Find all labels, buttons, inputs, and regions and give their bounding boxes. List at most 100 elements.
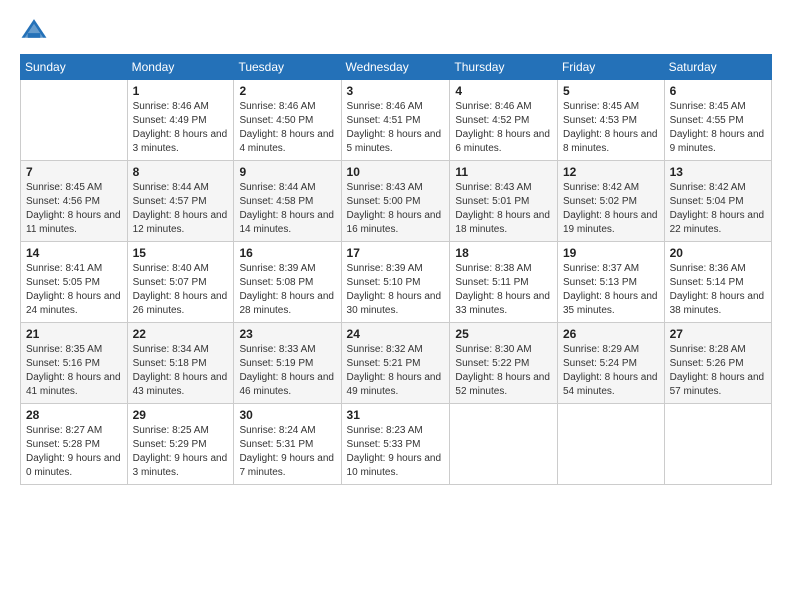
day-info: Sunrise: 8:28 AMSunset: 5:26 PMDaylight:…	[670, 343, 766, 399]
day-number: 3	[347, 84, 445, 98]
calendar-cell: 4 Sunrise: 8:46 AMSunset: 4:52 PMDaylight…	[450, 80, 558, 161]
day-info: Sunrise: 8:36 AMSunset: 5:14 PMDaylight:…	[670, 262, 766, 318]
calendar-cell: 3 Sunrise: 8:46 AMSunset: 4:51 PMDaylight…	[341, 80, 450, 161]
calendar-cell: 19 Sunrise: 8:37 AMSunset: 5:13 PMDayligh…	[557, 242, 664, 323]
day-number: 2	[239, 84, 335, 98]
calendar-cell: 16 Sunrise: 8:39 AMSunset: 5:08 PMDayligh…	[234, 242, 341, 323]
weekday-header-friday: Friday	[557, 55, 664, 80]
day-number: 8	[133, 165, 229, 179]
day-number: 18	[455, 246, 552, 260]
page: SundayMondayTuesdayWednesdayThursdayFrid…	[0, 0, 792, 612]
calendar-cell	[21, 80, 128, 161]
day-number: 20	[670, 246, 766, 260]
calendar-cell: 7Sunrise: 8:45 AMSunset: 4:56 PMDaylight…	[21, 161, 128, 242]
day-number: 23	[239, 327, 335, 341]
day-info: Sunrise: 8:27 AMSunset: 5:28 PMDaylight:…	[26, 424, 122, 480]
weekday-header-row: SundayMondayTuesdayWednesdayThursdayFrid…	[21, 55, 772, 80]
day-number: 30	[239, 408, 335, 422]
day-number: 11	[455, 165, 552, 179]
calendar-cell: 26Sunrise: 8:29 AMSunset: 5:24 PMDayligh…	[557, 323, 664, 404]
calendar-row-4: 28 Sunrise: 8:27 AMSunset: 5:28 PMDayligh…	[21, 404, 772, 485]
calendar-row-2: 14 Sunrise: 8:41 AMSunset: 5:05 PMDayligh…	[21, 242, 772, 323]
calendar-cell: 6 Sunrise: 8:45 AMSunset: 4:55 PMDaylight…	[664, 80, 771, 161]
day-info: Sunrise: 8:44 AMSunset: 4:58 PMDaylight:…	[239, 181, 335, 237]
day-info: Sunrise: 8:45 AMSunset: 4:55 PMDaylight:…	[670, 100, 766, 156]
day-number: 22	[133, 327, 229, 341]
day-number: 1	[133, 84, 229, 98]
weekday-header-thursday: Thursday	[450, 55, 558, 80]
calendar-cell	[450, 404, 558, 485]
calendar-cell: 8 Sunrise: 8:44 AMSunset: 4:57 PMDaylight…	[127, 161, 234, 242]
day-info: Sunrise: 8:46 AMSunset: 4:49 PMDaylight:…	[133, 100, 229, 156]
day-info: Sunrise: 8:29 AMSunset: 5:24 PMDaylight:…	[563, 343, 659, 399]
calendar-cell: 28 Sunrise: 8:27 AMSunset: 5:28 PMDayligh…	[21, 404, 128, 485]
calendar-cell: 20 Sunrise: 8:36 AMSunset: 5:14 PMDayligh…	[664, 242, 771, 323]
day-number: 15	[133, 246, 229, 260]
calendar-row-3: 21 Sunrise: 8:35 AMSunset: 5:16 PMDayligh…	[21, 323, 772, 404]
day-number: 13	[670, 165, 766, 179]
calendar-cell	[557, 404, 664, 485]
day-info: Sunrise: 8:39 AMSunset: 5:10 PMDaylight:…	[347, 262, 445, 318]
calendar-row-1: 7Sunrise: 8:45 AMSunset: 4:56 PMDaylight…	[21, 161, 772, 242]
day-info: Sunrise: 8:39 AMSunset: 5:08 PMDaylight:…	[239, 262, 335, 318]
day-number: 6	[670, 84, 766, 98]
day-info: Sunrise: 8:42 AMSunset: 5:02 PMDaylight:…	[563, 181, 659, 237]
day-number: 7	[26, 165, 122, 179]
day-number: 10	[347, 165, 445, 179]
day-number: 4	[455, 84, 552, 98]
day-number: 5	[563, 84, 659, 98]
day-number: 31	[347, 408, 445, 422]
day-number: 27	[670, 327, 766, 341]
calendar-cell: 23 Sunrise: 8:33 AMSunset: 5:19 PMDayligh…	[234, 323, 341, 404]
calendar-cell: 11 Sunrise: 8:43 AMSunset: 5:01 PMDayligh…	[450, 161, 558, 242]
day-info: Sunrise: 8:46 AMSunset: 4:51 PMDaylight:…	[347, 100, 445, 156]
day-number: 29	[133, 408, 229, 422]
calendar-cell: 14 Sunrise: 8:41 AMSunset: 5:05 PMDayligh…	[21, 242, 128, 323]
calendar-cell	[664, 404, 771, 485]
day-info: Sunrise: 8:43 AMSunset: 5:01 PMDaylight:…	[455, 181, 552, 237]
day-info: Sunrise: 8:41 AMSunset: 5:05 PMDaylight:…	[26, 262, 122, 318]
day-info: Sunrise: 8:37 AMSunset: 5:13 PMDaylight:…	[563, 262, 659, 318]
day-info: Sunrise: 8:35 AMSunset: 5:16 PMDaylight:…	[26, 343, 122, 399]
day-number: 19	[563, 246, 659, 260]
weekday-header-wednesday: Wednesday	[341, 55, 450, 80]
calendar-cell: 31 Sunrise: 8:23 AMSunset: 5:33 PMDayligh…	[341, 404, 450, 485]
calendar-cell: 1 Sunrise: 8:46 AMSunset: 4:49 PMDaylight…	[127, 80, 234, 161]
day-info: Sunrise: 8:40 AMSunset: 5:07 PMDaylight:…	[133, 262, 229, 318]
day-info: Sunrise: 8:42 AMSunset: 5:04 PMDaylight:…	[670, 181, 766, 237]
weekday-header-saturday: Saturday	[664, 55, 771, 80]
day-number: 24	[347, 327, 445, 341]
day-number: 9	[239, 165, 335, 179]
day-info: Sunrise: 8:24 AMSunset: 5:31 PMDaylight:…	[239, 424, 335, 480]
day-info: Sunrise: 8:32 AMSunset: 5:21 PMDaylight:…	[347, 343, 445, 399]
calendar-cell: 21 Sunrise: 8:35 AMSunset: 5:16 PMDayligh…	[21, 323, 128, 404]
calendar-cell: 27 Sunrise: 8:28 AMSunset: 5:26 PMDayligh…	[664, 323, 771, 404]
day-number: 21	[26, 327, 122, 341]
day-info: Sunrise: 8:33 AMSunset: 5:19 PMDaylight:…	[239, 343, 335, 399]
day-info: Sunrise: 8:23 AMSunset: 5:33 PMDaylight:…	[347, 424, 445, 480]
day-info: Sunrise: 8:46 AMSunset: 4:52 PMDaylight:…	[455, 100, 552, 156]
calendar-cell: 10Sunrise: 8:43 AMSunset: 5:00 PMDayligh…	[341, 161, 450, 242]
calendar-cell: 22 Sunrise: 8:34 AMSunset: 5:18 PMDayligh…	[127, 323, 234, 404]
day-info: Sunrise: 8:25 AMSunset: 5:29 PMDaylight:…	[133, 424, 229, 480]
day-info: Sunrise: 8:44 AMSunset: 4:57 PMDaylight:…	[133, 181, 229, 237]
day-info: Sunrise: 8:34 AMSunset: 5:18 PMDaylight:…	[133, 343, 229, 399]
calendar-cell: 17 Sunrise: 8:39 AMSunset: 5:10 PMDayligh…	[341, 242, 450, 323]
calendar-table: SundayMondayTuesdayWednesdayThursdayFrid…	[20, 54, 772, 485]
calendar-cell: 13 Sunrise: 8:42 AMSunset: 5:04 PMDayligh…	[664, 161, 771, 242]
day-number: 16	[239, 246, 335, 260]
day-info: Sunrise: 8:30 AMSunset: 5:22 PMDaylight:…	[455, 343, 552, 399]
day-number: 14	[26, 246, 122, 260]
calendar-cell: 5Sunrise: 8:45 AMSunset: 4:53 PMDaylight…	[557, 80, 664, 161]
calendar-row-0: 1 Sunrise: 8:46 AMSunset: 4:49 PMDaylight…	[21, 80, 772, 161]
weekday-header-monday: Monday	[127, 55, 234, 80]
weekday-header-sunday: Sunday	[21, 55, 128, 80]
header	[20, 16, 772, 44]
weekday-header-tuesday: Tuesday	[234, 55, 341, 80]
day-number: 28	[26, 408, 122, 422]
day-number: 17	[347, 246, 445, 260]
logo-icon	[20, 16, 48, 44]
day-info: Sunrise: 8:38 AMSunset: 5:11 PMDaylight:…	[455, 262, 552, 318]
calendar-cell: 18 Sunrise: 8:38 AMSunset: 5:11 PMDayligh…	[450, 242, 558, 323]
calendar-cell: 2Sunrise: 8:46 AMSunset: 4:50 PMDaylight…	[234, 80, 341, 161]
